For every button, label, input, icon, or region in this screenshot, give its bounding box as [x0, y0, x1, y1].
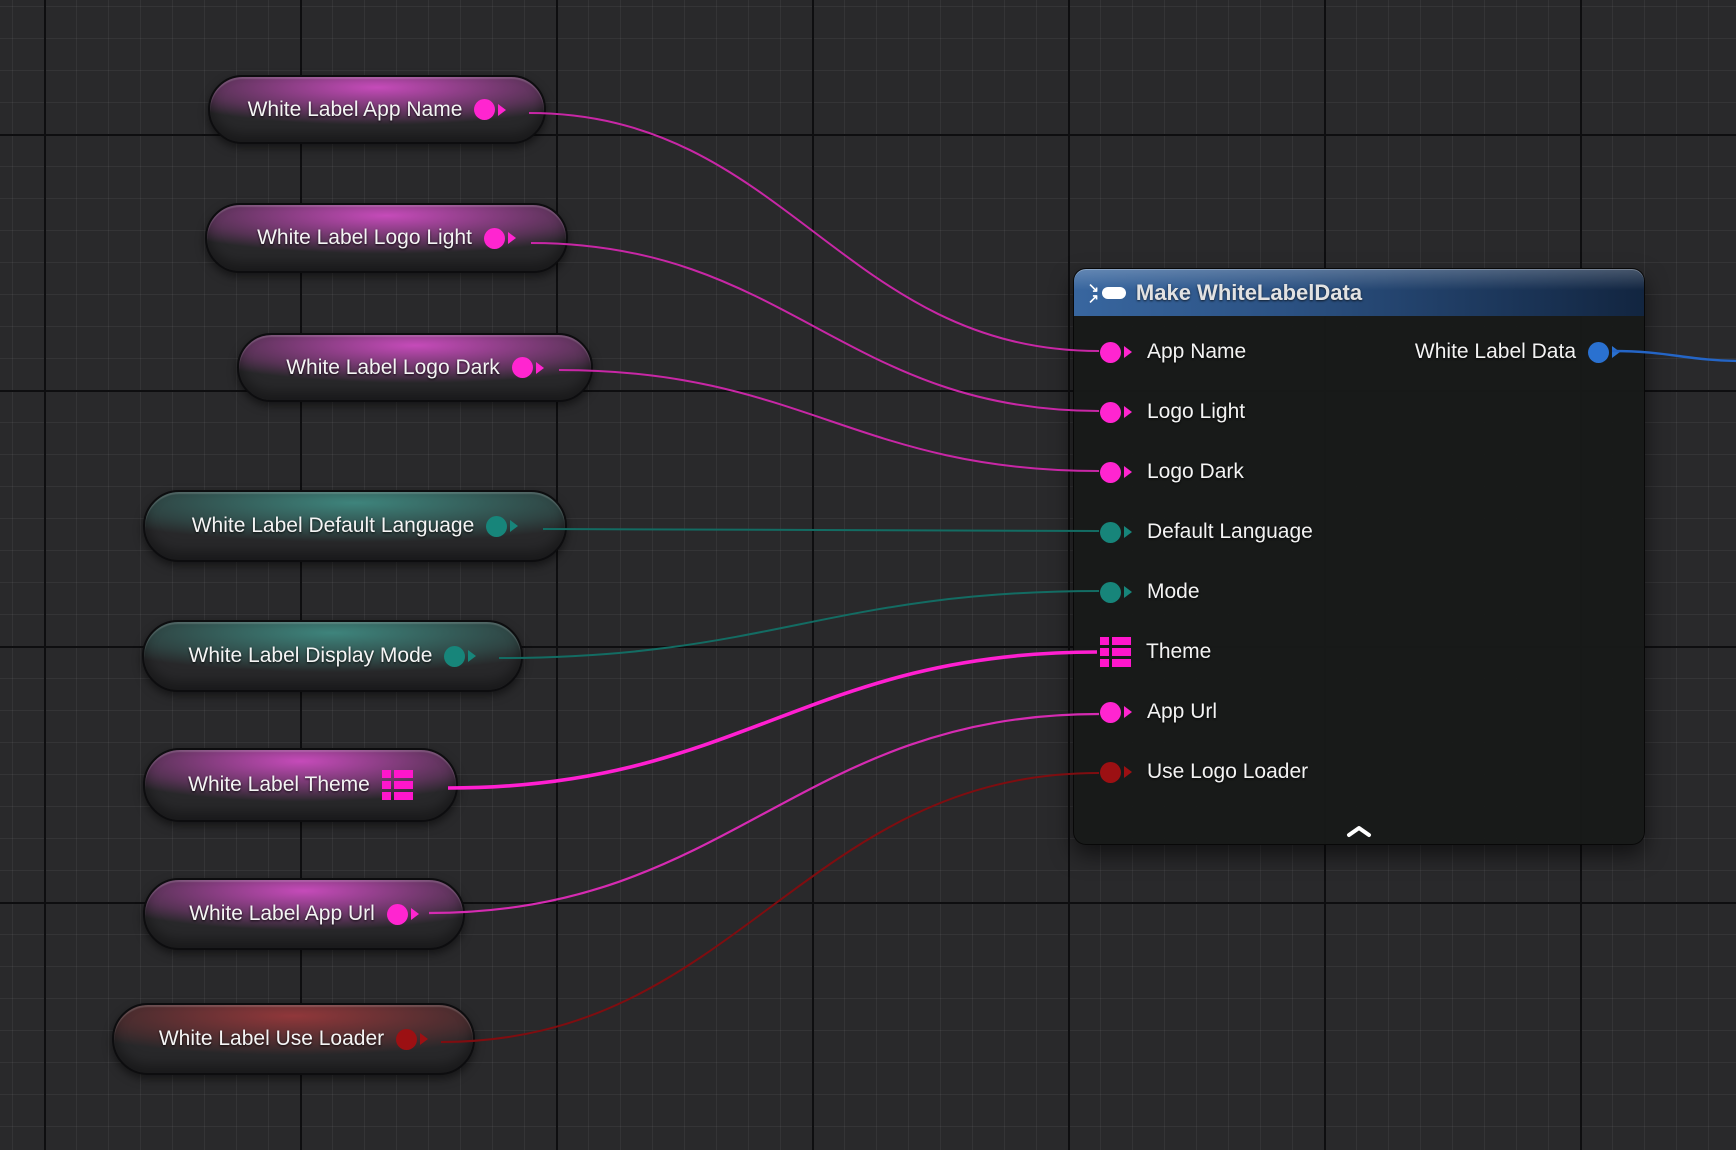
node-white-label-theme[interactable]: White Label Theme	[143, 748, 458, 822]
node-make-whitelabeldata[interactable]: ↘↗ Make WhiteLabelData App Name Logo Lig…	[1073, 268, 1645, 845]
string-pin-icon	[512, 357, 533, 378]
wire-theme[interactable]	[448, 652, 1097, 788]
enum-pin-icon	[444, 646, 465, 667]
pin-mode-in[interactable]	[1100, 582, 1132, 603]
node-white-label-use-loader[interactable]: White Label Use Loader	[112, 1003, 475, 1075]
node-white-label-logo-dark[interactable]: White Label Logo Dark	[237, 333, 593, 402]
node-white-label-default-language[interactable]: White Label Default Language	[143, 490, 567, 562]
pin-arrow-icon	[1124, 586, 1132, 598]
enum-pin-icon	[1100, 522, 1121, 543]
string-pin-icon	[1100, 342, 1121, 363]
enum-pin-icon	[486, 516, 507, 537]
variable-label: White Label App Name	[248, 98, 463, 122]
pin-arrow-icon	[1124, 346, 1132, 358]
node-white-label-app-name[interactable]: White Label App Name	[208, 75, 546, 144]
string-pin-icon	[484, 228, 505, 249]
wire-app-url[interactable]	[429, 714, 1099, 913]
pin-arrow-icon	[411, 908, 419, 920]
variable-label: White Label Logo Dark	[286, 356, 500, 380]
pin-app-url-in[interactable]	[1100, 702, 1132, 723]
enum-pin-icon	[1100, 582, 1121, 603]
variable-label: White Label Theme	[188, 773, 370, 797]
make-node-header[interactable]: ↘↗ Make WhiteLabelData	[1074, 269, 1644, 316]
wire-logo-dark[interactable]	[559, 370, 1099, 471]
pin-logo-light-in[interactable]	[1100, 402, 1132, 423]
pin-arrow-icon	[1612, 346, 1620, 358]
pin-arrow-icon	[1124, 706, 1132, 718]
string-pin-icon	[1100, 462, 1121, 483]
node-white-label-logo-light[interactable]: White Label Logo Light	[205, 203, 568, 273]
variable-label: White Label App Url	[189, 902, 375, 926]
pin-white-label-logo-dark-out[interactable]	[512, 357, 544, 378]
node-title: Make WhiteLabelData	[1136, 280, 1362, 306]
pin-row-white-label-data: White Label Data	[1415, 322, 1644, 382]
pin-arrow-icon	[1124, 526, 1132, 538]
pin-white-label-default-language-out[interactable]	[486, 516, 518, 537]
variable-label: White Label Default Language	[192, 514, 475, 538]
pin-app-name-in[interactable]	[1100, 342, 1132, 363]
wire-logo-light[interactable]	[531, 243, 1099, 411]
pin-white-label-app-url-out[interactable]	[387, 904, 419, 925]
string-pin-icon	[1100, 402, 1121, 423]
pin-row-logo-light: Logo Light	[1074, 382, 1644, 442]
pin-white-label-data-out[interactable]	[1588, 342, 1620, 363]
string-pin-icon	[1100, 702, 1121, 723]
node-white-label-app-url[interactable]: White Label App Url	[143, 878, 465, 950]
variable-label: White Label Logo Light	[257, 226, 472, 250]
wire-display-mode[interactable]	[499, 591, 1099, 658]
data-pin-icon	[1588, 342, 1609, 363]
graph-canvas[interactable]: White Label App Name White Label Logo Li…	[0, 0, 1736, 1150]
pin-row-default-language: Default Language	[1074, 502, 1644, 562]
pin-logo-dark-in[interactable]	[1100, 462, 1132, 483]
pin-arrow-icon	[420, 1033, 428, 1045]
struct-pin-icon	[382, 770, 413, 800]
string-pin-icon	[474, 99, 495, 120]
variable-label: White Label Display Mode	[189, 644, 433, 668]
collapse-chevron-icon[interactable]	[1074, 825, 1644, 838]
wire-app-name[interactable]	[529, 113, 1099, 351]
node-white-label-display-mode[interactable]: White Label Display Mode	[142, 620, 523, 692]
pin-white-label-theme-out[interactable]	[382, 770, 413, 800]
pin-arrow-icon	[1124, 766, 1132, 778]
bool-pin-icon	[1100, 762, 1121, 783]
make-struct-icon: ↘↗	[1088, 282, 1126, 304]
pin-white-label-use-loader-out[interactable]	[396, 1029, 428, 1050]
pin-white-label-app-name-out[interactable]	[474, 99, 506, 120]
struct-pin-icon	[1100, 637, 1131, 667]
bool-pin-icon	[396, 1029, 417, 1050]
wire-use-loader[interactable]	[441, 773, 1099, 1042]
pin-arrow-icon	[508, 232, 516, 244]
pin-arrow-icon	[468, 650, 476, 662]
pin-white-label-logo-light-out[interactable]	[484, 228, 516, 249]
string-pin-icon	[387, 904, 408, 925]
pin-arrow-icon	[536, 362, 544, 374]
pin-arrow-icon	[498, 104, 506, 116]
pin-row-logo-dark: Logo Dark	[1074, 442, 1644, 502]
pin-theme-in[interactable]	[1100, 637, 1131, 667]
pin-arrow-icon	[1124, 466, 1132, 478]
pin-row-app-url: App Url	[1074, 682, 1644, 742]
pin-row-mode: Mode	[1074, 562, 1644, 622]
pin-row-theme: Theme	[1074, 622, 1644, 682]
wire-default-language[interactable]	[543, 529, 1099, 531]
pin-arrow-icon	[510, 520, 518, 532]
variable-label: White Label Use Loader	[159, 1027, 384, 1051]
pin-arrow-icon	[1124, 406, 1132, 418]
pin-white-label-display-mode-out[interactable]	[444, 646, 476, 667]
pin-use-logo-loader-in[interactable]	[1100, 762, 1132, 783]
pin-default-language-in[interactable]	[1100, 522, 1132, 543]
pin-row-use-logo-loader: Use Logo Loader	[1074, 742, 1644, 802]
